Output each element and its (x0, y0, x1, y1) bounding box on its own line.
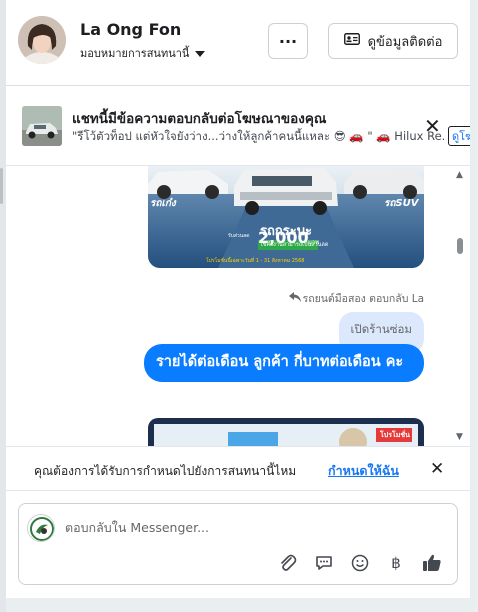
scroll-up-icon[interactable]: ▲ (456, 170, 463, 180)
close-icon[interactable]: ✕ (430, 459, 444, 479)
scrollbar-thumb[interactable] (457, 238, 463, 254)
ad-image-message[interactable]: รถเก๋ง รถกระบะ รถSUV ใช้ค้ำงานสามารถเป็น… (148, 166, 424, 268)
ad-promo-amount: 2,000 (258, 228, 309, 247)
assign-prompt-bar: คุณต้องการได้รับการกำหนดไปยังการสนทนานี้… (6, 446, 470, 490)
paperclip-icon[interactable] (277, 552, 299, 574)
baht-icon[interactable]: ฿ (385, 552, 407, 574)
assign-to-me-link[interactable]: กำหนดให้ฉัน (328, 461, 399, 481)
reply-input[interactable] (65, 516, 435, 538)
speech-bubble-icon[interactable] (313, 552, 335, 574)
page-avatar (27, 514, 55, 542)
ad-label-left: รถเก๋ง (150, 198, 176, 209)
view-ad-button[interactable]: ดูโฆ (448, 126, 470, 146)
sent-message-bubble[interactable]: รายได้ต่อเดือน ลูกค้า กี่บาทต่อเดือน คะ (144, 344, 424, 382)
ad-banner-subtitle: "รีโว้ตัวท็อป แต่หัวใจยังว่าง...ว่างให้ล… (72, 129, 444, 143)
message-thread: รถเก๋ง รถกระบะ รถSUV ใช้ค้ำงานสามารถเป็น… (6, 166, 470, 446)
composer-area: ฿ (6, 490, 470, 598)
id-card-icon (343, 33, 360, 49)
assign-prompt-question: คุณต้องการได้รับการกำหนดไปยังการสนทนานี้… (34, 464, 297, 478)
ad-thumbnail[interactable] (22, 106, 62, 146)
message-composer: ฿ (18, 503, 458, 585)
assign-label: มอบหมายการสนทนานี้ (80, 47, 190, 60)
ellipsis-icon: ··· (278, 31, 298, 51)
reply-note-text: รถยนต์มือสอง ตอบกลับ La (302, 293, 424, 305)
assign-dropdown[interactable]: มอบหมายการสนทนานี้ (80, 44, 206, 62)
contact-name[interactable]: La Ong Fon (80, 20, 181, 39)
ad-promo-prefix: รับส่วนลด (228, 233, 250, 239)
scroll-down-icon[interactable]: ▼ (456, 432, 463, 442)
contact-avatar[interactable] (18, 16, 66, 64)
conversation-header: La Ong Fon มอบหมายการสนทนานี้ ··· ดูข้อม… (6, 0, 470, 86)
close-icon[interactable]: ✕ (424, 116, 441, 136)
smile-icon[interactable] (349, 552, 371, 574)
promo-badge: โปรโมชั่น (380, 431, 410, 439)
ad-label-right: รถSUV (384, 198, 419, 209)
reply-arrow-icon (288, 292, 301, 305)
composer-toolbar: ฿ (277, 552, 443, 574)
ad-banner-title: แชทนี้มีข้อความตอบกลับต่อโฆษณาของคุณ (72, 111, 327, 127)
more-options-button[interactable]: ··· (268, 23, 308, 59)
ad-reply-banner: แชทนี้มีข้อความตอบกลับต่อโฆษณาของคุณ "รี… (6, 86, 470, 166)
contact-info-button[interactable]: ดูข้อมูลติดต่อ (328, 23, 458, 59)
promo-image-message[interactable]: โปรโมชั่น (148, 418, 424, 446)
ad-promo-date: โปรโมชั่นนี้เฉพาะวันที่ 1 - 31 สิงหาคม 2… (206, 258, 305, 264)
thread-scrollbar[interactable]: ▲ ▼ (452, 166, 470, 446)
caret-down-icon (195, 47, 206, 60)
reply-note: รถยนต์มือสอง ตอบกลับ La (288, 290, 424, 307)
ad-promo-unit: บาท (308, 239, 320, 246)
contact-info-label: ดูข้อมูลติดต่อ (367, 34, 443, 50)
thumbs-up-icon[interactable] (421, 552, 443, 574)
conversation-panel: La Ong Fon มอบหมายการสนทนานี้ ··· ดูข้อม… (6, 0, 470, 598)
